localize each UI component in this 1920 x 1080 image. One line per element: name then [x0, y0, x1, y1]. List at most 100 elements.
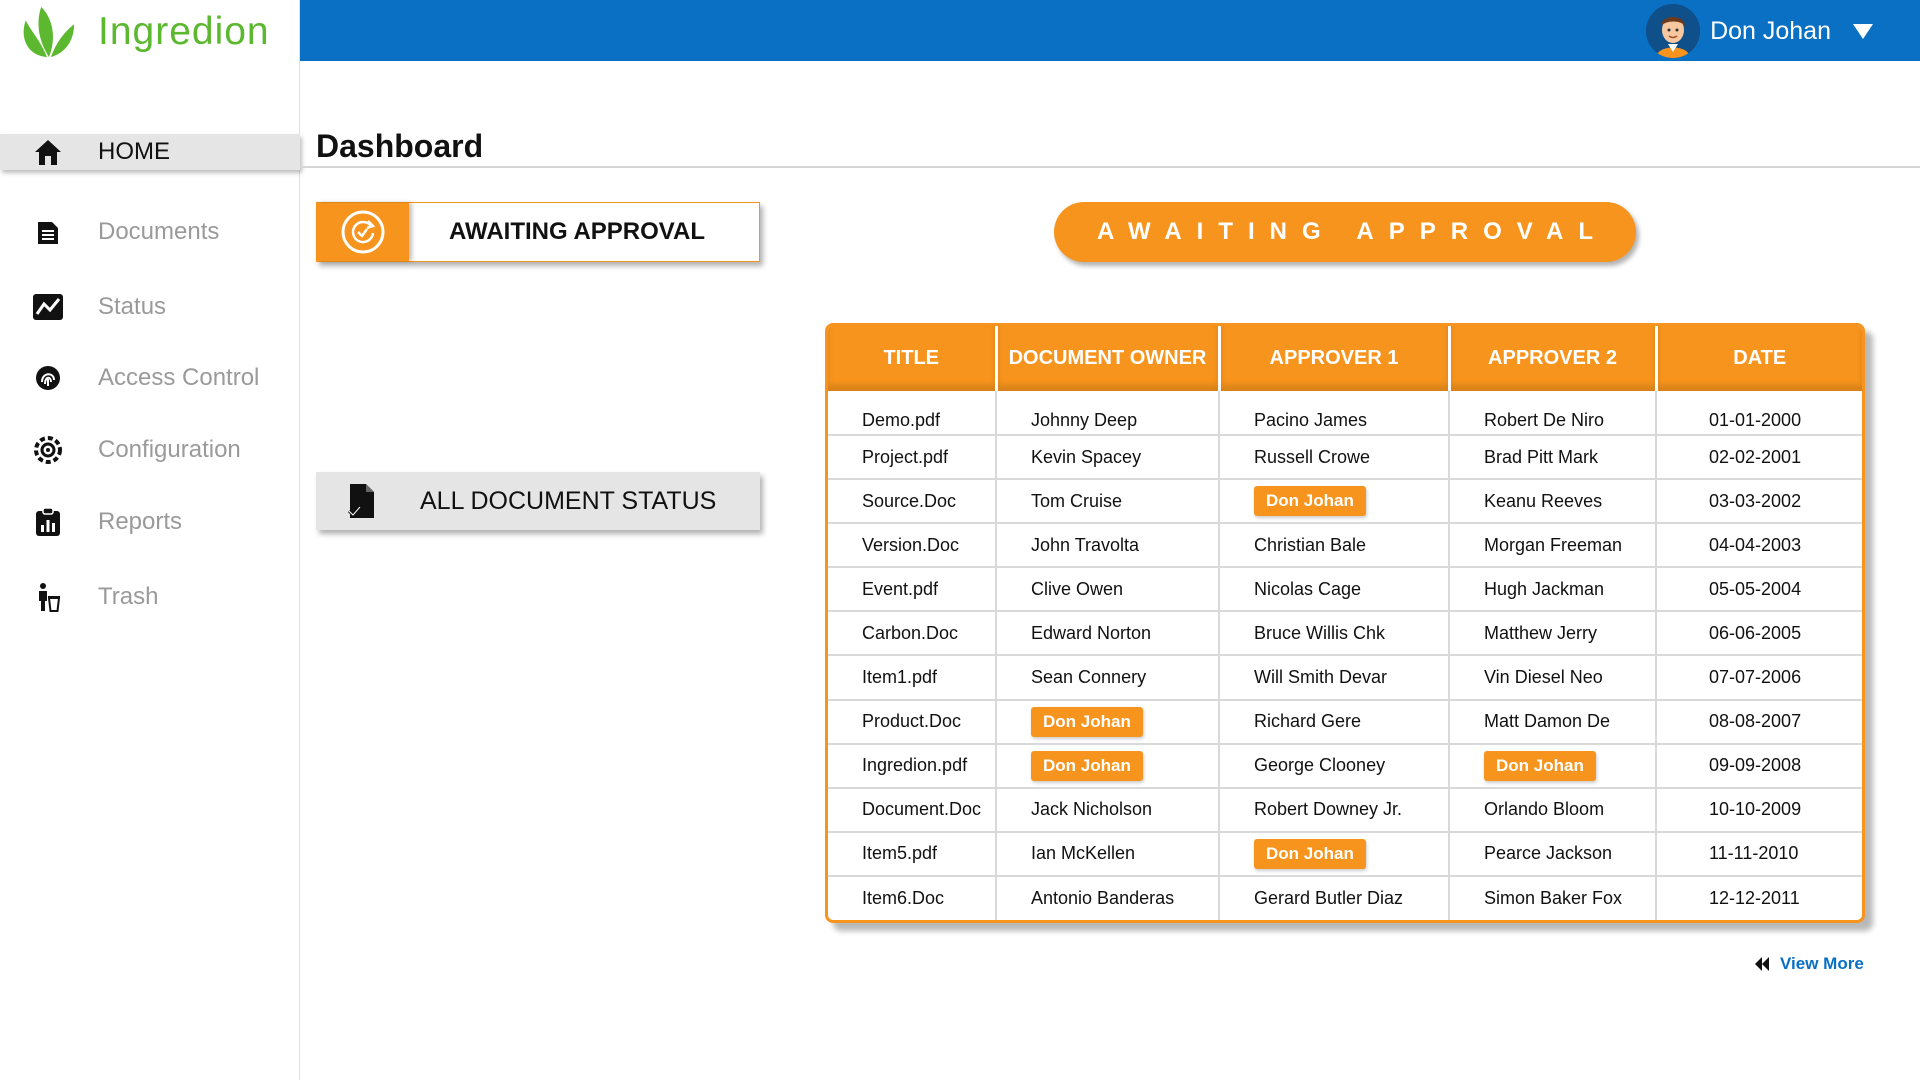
table-cell: Don Johan	[1219, 831, 1450, 877]
sidebar: Ingredion HOME Documents Status Access C…	[0, 0, 300, 1080]
table-row[interactable]: Carbon.Doc Edward Norton Bruce Willis Chk M…	[828, 611, 1862, 657]
column-header[interactable]: DATE	[1656, 326, 1862, 391]
table-cell: Item6.Doc	[828, 875, 997, 920]
highlighted-user-badge[interactable]: Don Johan	[1254, 838, 1366, 869]
table-row[interactable]: Ingredion.pdf Don Johan George Clooney Don …	[828, 743, 1862, 789]
table-cell: 07-07-2006	[1656, 655, 1862, 701]
all-document-status-label: ALL DOCUMENT STATUS	[420, 486, 717, 515]
document-icon	[33, 217, 63, 247]
table-cell: Richard Gere	[1219, 699, 1450, 745]
table-cell: Pearce Jackson	[1449, 831, 1657, 877]
table-cell: 10-10-2009	[1656, 787, 1862, 833]
table-cell: Version.Doc	[828, 523, 997, 569]
table-row[interactable]: Version.Doc John Travolta Christian Bale Mo…	[828, 523, 1862, 569]
view-more-label: View More	[1780, 954, 1864, 973]
table-cell: Pacino James	[1219, 391, 1450, 437]
table-cell: Matthew Jerry	[1449, 611, 1657, 657]
chevron-down-icon[interactable]	[1853, 23, 1873, 39]
table-cell: Matt Damon De	[1449, 699, 1657, 745]
nav-label-home: HOME	[98, 138, 170, 165]
table-cell: John Travolta	[996, 523, 1220, 569]
top-bar: Don Johan	[300, 0, 1920, 61]
table-cell: Johnny Deep	[996, 391, 1220, 437]
table-row[interactable]: Project.pdf Kevin Spacey Russell Crowe Brad…	[828, 435, 1862, 481]
table-cell: Morgan Freeman	[1449, 523, 1657, 569]
nav-label-reports: Reports	[98, 508, 183, 535]
table-row[interactable]: Demo.pdf Johnny Deep Pacino James Robert De…	[828, 391, 1862, 437]
nav-label-access-control: Access Control	[98, 364, 260, 391]
highlighted-user-badge[interactable]: Don Johan	[1254, 486, 1366, 517]
table-cell: Simon Baker Fox	[1449, 875, 1657, 920]
nav-item-configuration[interactable]: Configuration	[0, 431, 300, 469]
user-name: Don Johan	[1710, 16, 1831, 45]
table-cell: Brad Pitt Mark	[1449, 435, 1657, 481]
table-cell: Robert De Niro	[1449, 391, 1657, 437]
table-row[interactable]: Item5.pdf Ian McKellen Don Johan Pearce Jac…	[828, 831, 1862, 877]
table-cell: Sean Connery	[996, 655, 1220, 701]
column-header[interactable]: APPROVER 1	[1219, 326, 1451, 391]
title-divider	[300, 166, 1920, 168]
table-cell: Bruce Willis Chk	[1219, 611, 1450, 657]
table-row[interactable]: Item6.Doc Antonio Banderas Gerard Butler D…	[828, 875, 1862, 920]
awaiting-approval-banner-label: AWAITING APPROVAL	[1096, 218, 1608, 245]
table-cell: 06-06-2005	[1656, 611, 1862, 657]
table-cell: 02-02-2001	[1656, 435, 1862, 481]
table-header-row: TITLE DOCUMENT OWNER APPROVER 1 APPROVER 2D…	[828, 326, 1862, 391]
table-cell: Will Smith Devar	[1219, 655, 1450, 701]
nav-label-documents: Documents	[98, 218, 220, 245]
table-row[interactable]: Item1.pdf Sean Connery Will Smith Devar Vin…	[828, 655, 1862, 701]
avatar[interactable]	[1646, 4, 1701, 58]
table-body: Demo.pdf Johnny Deep Pacino James Robert De…	[828, 391, 1862, 920]
table-cell: Antonio Banderas	[996, 875, 1220, 920]
table-cell: Orlando Bloom	[1449, 787, 1657, 833]
table-cell: Event.pdf	[828, 567, 997, 613]
table-cell: Project.pdf	[828, 435, 997, 481]
highlighted-user-badge[interactable]: Don Johan	[1484, 750, 1596, 781]
highlighted-user-badge[interactable]: Don Johan	[1031, 750, 1143, 781]
refresh-check-icon	[317, 203, 409, 261]
nav-item-access-control[interactable]: Access Control	[0, 359, 300, 397]
table-cell: Keanu Reeves	[1449, 479, 1657, 525]
table-cell: 05-05-2004	[1656, 567, 1862, 613]
table-cell: Robert Downey Jr.	[1219, 787, 1450, 833]
table-cell: Carbon.Doc	[828, 611, 997, 657]
column-header[interactable]: APPROVER 2	[1449, 326, 1658, 391]
page-title: Dashboard	[316, 128, 484, 164]
table-row[interactable]: Document.Doc Jack Nicholson Robert Downey …	[828, 787, 1862, 833]
nav-item-reports[interactable]: Reports	[0, 503, 300, 541]
table-cell: 09-09-2008	[1656, 743, 1862, 789]
all-document-status-card[interactable]: ALL DOCUMENT STATUS	[316, 472, 760, 530]
table-cell: Hugh Jackman	[1449, 567, 1657, 613]
table-cell: Ingredion.pdf	[828, 743, 997, 789]
table-row[interactable]: Product.Doc Don Johan Richard Gere Matt Dam…	[828, 699, 1862, 745]
table-cell: Don Johan	[996, 743, 1220, 789]
brand-logo[interactable]: Ingredion	[18, 2, 270, 62]
double-arrow-left-icon	[1755, 957, 1769, 971]
table-cell: Clive Owen	[996, 567, 1220, 613]
nav-item-trash[interactable]: Trash	[0, 578, 300, 616]
table-row[interactable]: Event.pdf Clive Owen Nicolas Cage Hugh Jack…	[828, 567, 1862, 613]
home-icon	[33, 137, 63, 167]
table-cell: Item1.pdf	[828, 655, 997, 701]
awaiting-approval-card[interactable]: AWAITING APPROVAL	[316, 202, 760, 262]
table-cell: 12-12-2011	[1709, 887, 1800, 908]
table-cell: Source.Doc	[828, 479, 997, 525]
nav-item-status[interactable]: Status	[0, 288, 300, 326]
table-cell: Document.Doc	[828, 787, 997, 833]
table-cell: Item5.pdf	[828, 831, 997, 877]
clipboard-chart-icon	[33, 507, 63, 537]
brand-name: Ingredion	[98, 10, 270, 53]
table-cell: Russell Crowe	[1219, 435, 1450, 481]
highlighted-user-badge[interactable]: Don Johan	[1031, 706, 1143, 737]
nav-item-home[interactable]: HOME	[0, 134, 300, 170]
user-menu[interactable]: Don Johan	[1646, 3, 1873, 59]
column-header[interactable]: DOCUMENT OWNER	[996, 326, 1221, 391]
view-more-link[interactable]: View More	[1754, 954, 1864, 974]
fingerprint-icon	[33, 363, 63, 393]
awaiting-approval-banner[interactable]: AWAITING APPROVAL	[1054, 202, 1636, 262]
status-chart-icon	[33, 292, 63, 322]
table-row[interactable]: Source.Doc Tom Cruise Don Johan Keanu Reeve…	[828, 479, 1862, 525]
nav-item-documents[interactable]: Documents	[0, 213, 300, 251]
column-header[interactable]: TITLE	[828, 326, 998, 391]
table-cell: 04-04-2003	[1656, 523, 1862, 569]
